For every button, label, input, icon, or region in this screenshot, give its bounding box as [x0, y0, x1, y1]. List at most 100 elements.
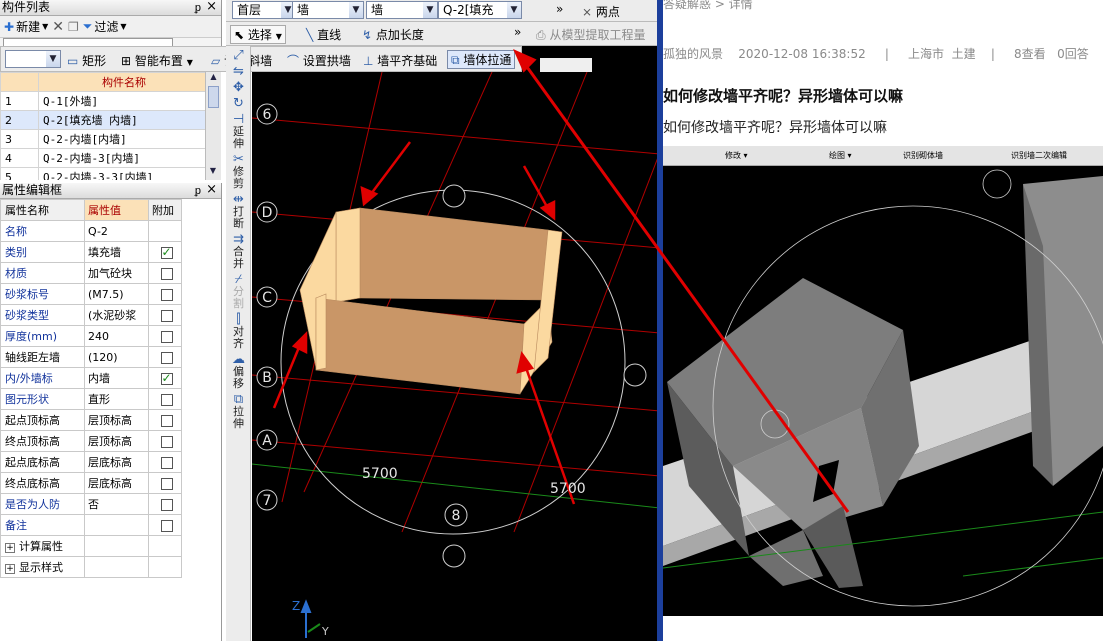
align-foundation-button[interactable]: ⊥ 墙平齐基础 [363, 52, 437, 69]
attribute-value[interactable]: 直形 [84, 388, 149, 410]
wall-stretch-button[interactable]: ⧉ 墙体拉通 [447, 50, 516, 69]
attribute-row[interactable]: 终点底标高 层底标高 [0, 472, 182, 494]
attribute-row[interactable]: 轴线距左墙 (120) [0, 346, 182, 368]
attribute-value[interactable]: 层顶标高 [84, 409, 149, 431]
attribute-row[interactable]: 砂浆类型 (水泥砂浆 [0, 304, 182, 326]
toolbar-overflow-icon[interactable]: » [556, 2, 563, 16]
attribute-row[interactable]: 名称 Q-2 [0, 220, 182, 242]
attribute-value[interactable]: 内墙 [84, 367, 149, 389]
pin-icon[interactable]: ᵱ [195, 183, 201, 198]
delete-icon[interactable]: ✕ [52, 19, 64, 35]
extend-tool[interactable]: ⊣ 延伸 [226, 113, 251, 150]
attach-checkbox[interactable] [160, 456, 173, 469]
attribute-row[interactable]: 图元形状 直形 [0, 388, 182, 410]
component-search-strip[interactable] [0, 38, 222, 46]
attach-checkbox[interactable] [160, 330, 173, 343]
close-icon[interactable]: × [206, 182, 217, 197]
attach-checkbox[interactable] [160, 351, 173, 364]
attribute-row[interactable]: 内/外墙标 内墙 [0, 367, 182, 389]
attach-checkbox[interactable] [160, 435, 173, 448]
attribute-group-row[interactable]: + 计算属性 [0, 535, 182, 557]
attach-checkbox[interactable] [160, 371, 173, 385]
attach-checkbox[interactable] [160, 519, 173, 532]
attach-checkbox[interactable] [160, 414, 173, 427]
rotate-icon[interactable]: ↻ [226, 97, 251, 110]
attribute-value[interactable]: 层底标高 [84, 451, 149, 473]
element-select[interactable]: Q-2[填充 ▼ [438, 1, 522, 19]
attribute-value[interactable]: 否 [84, 493, 149, 515]
split-tool[interactable]: ⌿ 分割 [226, 273, 251, 310]
point-length-button[interactable]: ↯ 点加长度 [362, 26, 424, 43]
expand-icon[interactable]: + [5, 543, 15, 553]
attribute-group[interactable]: + 计算属性 [0, 535, 85, 557]
mirror-icon[interactable]: ⇋ [226, 65, 251, 78]
cad-3d-viewport[interactable]: 6 D C B A 7 8 5700 5700 Z Y [252, 72, 660, 641]
stretch-tool[interactable]: ⧉ 拉伸 [226, 393, 251, 430]
tool-label-char: 断 [233, 217, 244, 230]
merge-tool[interactable]: ⇉ 合并 [226, 233, 251, 270]
new-button[interactable]: ✚ 新建 ▼ [4, 18, 48, 35]
wall-mode-select[interactable]: ▼ [5, 50, 61, 68]
attach-checkbox[interactable] [160, 393, 173, 406]
attribute-value[interactable]: 240 [84, 325, 149, 347]
attribute-row[interactable]: 材质 加气砼块 [0, 262, 182, 284]
two-point-button[interactable]: ⨯ 两点 [582, 3, 620, 20]
attribute-group[interactable]: + 显示样式 [0, 556, 85, 578]
attribute-value[interactable]: (水泥砂浆 [84, 304, 149, 326]
rect-button[interactable]: ▭ 矩形 [67, 52, 106, 69]
line-button[interactable]: ╲ 直线 [306, 26, 341, 43]
floor-select[interactable]: 首层 ▼ [232, 1, 296, 19]
copy-icon[interactable]: ❐ [68, 20, 79, 34]
category-select[interactable]: 墙 ▼ [292, 1, 364, 19]
component-row[interactable]: 2 Q-2[填充墙 内墙] [0, 110, 206, 130]
close-icon[interactable]: × [206, 0, 217, 14]
attach-checkbox[interactable] [160, 498, 173, 511]
attribute-row[interactable]: 起点顶标高 层顶标高 [0, 409, 182, 431]
attribute-value[interactable]: 加气砼块 [84, 262, 149, 284]
attach-checkbox[interactable] [160, 288, 173, 301]
component-scrollbar[interactable]: ▲ ▼ [205, 72, 221, 180]
smart-layout-button[interactable]: ⊞ 智能布置 ▼ [121, 52, 193, 69]
forum-page: 答疑解惑 > 详情 孤独的风景 2020-12-08 16:38:52 | 上海… [663, 0, 1103, 641]
attribute-group-row[interactable]: + 显示样式 [0, 556, 182, 578]
question-screenshot[interactable]: 修改 ▾ 绘图 ▾ 识别砌体墙 识别墙二次编辑 [663, 146, 1103, 616]
attribute-value[interactable]: 填充墙 [84, 241, 149, 263]
break-tool[interactable]: ⇹ 打断 [226, 193, 251, 230]
attach-checkbox[interactable] [160, 245, 173, 259]
toolbar-overflow-icon[interactable]: » [514, 25, 521, 39]
attribute-value[interactable]: 层顶标高 [84, 430, 149, 452]
attribute-row[interactable]: 是否为人防 否 [0, 493, 182, 515]
align-tool[interactable]: ⫿ 对齐 [226, 313, 251, 350]
extract-quantity-button[interactable]: ⎙ 从模型提取工程量 [536, 26, 645, 43]
attribute-value[interactable]: Q-2 [84, 220, 149, 242]
pin-icon[interactable]: ᵱ [195, 0, 201, 15]
attribute-value[interactable]: (120) [84, 346, 149, 368]
attach-checkbox[interactable] [160, 477, 173, 490]
expand-icon[interactable]: + [5, 564, 15, 574]
attribute-row[interactable]: 终点顶标高 层顶标高 [0, 430, 182, 452]
offset-tool[interactable]: ☁ 偏移 [226, 353, 251, 390]
select-area-icon[interactable]: ⤢ [226, 49, 251, 62]
component-row[interactable]: 3 Q-2-内墙[内墙] [0, 129, 206, 149]
type-select[interactable]: 墙 ▼ [366, 1, 438, 19]
breadcrumb[interactable]: 答疑解惑 > 详情 [663, 0, 753, 12]
component-row[interactable]: 5 Q-2-内墙-3-3[内墙] [0, 167, 206, 180]
attribute-row[interactable]: 备注 [0, 514, 182, 536]
attribute-value[interactable] [84, 514, 149, 536]
attribute-row[interactable]: 类别 填充墙 [0, 241, 182, 263]
attribute-value[interactable]: 层底标高 [84, 472, 149, 494]
component-row[interactable]: 4 Q-2-内墙-3[内墙] [0, 148, 206, 168]
attach-checkbox[interactable] [160, 267, 173, 280]
trim-tool[interactable]: ✂ 修剪 [226, 153, 251, 190]
move-icon[interactable]: ✥ [226, 81, 251, 94]
component-row[interactable]: 1 Q-1[外墙] [0, 91, 206, 111]
filter-button[interactable]: ⏷ 过滤 ▼ [83, 18, 127, 35]
attribute-row[interactable]: 砂浆标号 (M7.5) [0, 283, 182, 305]
attribute-value[interactable]: (M7.5) [84, 283, 149, 305]
select-button[interactable]: ⬉ 选择 ▼ [230, 25, 286, 44]
attribute-row[interactable]: 起点底标高 层底标高 [0, 451, 182, 473]
set-arch-wall-button[interactable]: ⌒ 设置拱墙 [287, 52, 351, 69]
attribute-row[interactable]: 厚度(mm) 240 [0, 325, 182, 347]
author-link[interactable]: 孤独的风景 [663, 47, 723, 61]
attach-checkbox[interactable] [160, 309, 173, 322]
